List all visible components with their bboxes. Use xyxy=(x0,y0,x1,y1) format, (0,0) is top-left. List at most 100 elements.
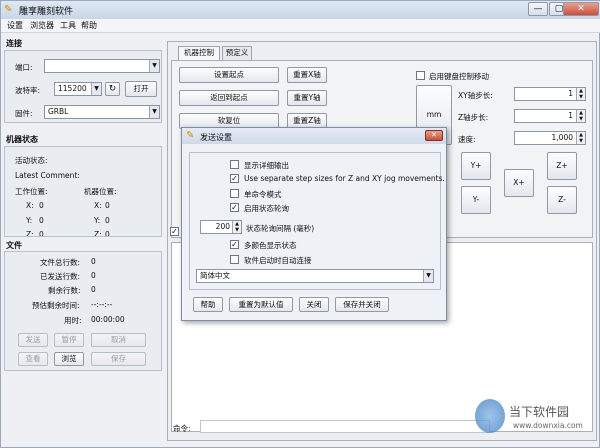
save-button[interactable]: 保存 xyxy=(91,352,146,366)
verbose-label: 显示详细输出 xyxy=(244,161,289,170)
elapsed-value: 00:00:00 xyxy=(91,315,125,324)
tab-machine-control[interactable]: 机器控制 xyxy=(178,46,220,60)
menu-settings[interactable]: 设置 xyxy=(7,20,23,31)
total-rows-value: 0 xyxy=(91,257,96,266)
menu-browser[interactable]: 浏览器 xyxy=(30,20,54,31)
browse-button[interactable]: 浏览 xyxy=(54,352,84,366)
app-logo-icon: ✎ xyxy=(186,130,195,141)
separate-steps-checkbox[interactable]: ✓ xyxy=(230,174,239,183)
z-label: Z: xyxy=(94,230,102,236)
save-close-button[interactable]: 保存并关闭 xyxy=(335,297,389,312)
elapsed-label: 用时: xyxy=(64,316,82,325)
single-step-label: 单命令模式 xyxy=(244,190,282,199)
x-label: X: xyxy=(26,201,34,210)
chevron-down-icon: ▼ xyxy=(149,60,159,72)
port-label: 端口: xyxy=(15,63,33,72)
file-heading: 文件 xyxy=(6,241,22,250)
cancel-button[interactable]: 取消 xyxy=(91,333,146,347)
tab-presets[interactable]: 预定义 xyxy=(222,46,252,60)
xy-step-input[interactable]: 1 ▲ ▼ xyxy=(514,87,586,101)
separate-steps-label: Use separate step sizes for Z and XY jog… xyxy=(244,174,445,183)
language-select[interactable]: 简体中文 ▼ xyxy=(196,269,434,283)
firmware-label: 固件: xyxy=(15,109,33,118)
dialog-title-bar: ✎ 发送设置 ✕ xyxy=(182,128,446,144)
spinner-arrows-icon: ▲ ▼ xyxy=(576,132,585,144)
jog-y-minus-button[interactable]: Y- xyxy=(461,186,491,214)
dialog-close-button[interactable]: ✕ xyxy=(425,130,443,141)
help-button[interactable]: 帮助 xyxy=(193,297,223,312)
y-label: Y: xyxy=(94,216,101,225)
machine-status-heading: 机器状态 xyxy=(6,135,38,144)
minimize-button[interactable]: — xyxy=(528,2,548,16)
jog-z-minus-button[interactable]: Z- xyxy=(547,186,577,214)
reset-x-button[interactable]: 重置X轴 xyxy=(287,67,327,83)
spinner-arrows-icon: ▲ ▼ xyxy=(232,221,241,233)
x-work-value: 0 xyxy=(39,201,44,210)
return-origin-button[interactable]: 返回到起点 xyxy=(179,90,279,106)
menu-tools[interactable]: 工具 xyxy=(60,20,76,31)
connection-heading: 连接 xyxy=(6,39,22,48)
spinner-arrows-icon: ▲ ▼ xyxy=(576,110,585,122)
poll-rate-label: 状态轮询间隔 (毫秒) xyxy=(246,224,315,233)
app-logo-icon: ✎ xyxy=(4,4,13,15)
keyboard-control-label: 启用键盘控制移动 xyxy=(429,72,489,81)
total-rows-label: 文件总行数: xyxy=(40,258,81,267)
z-label: Z: xyxy=(26,230,34,236)
verbose-checkbox[interactable] xyxy=(230,160,239,169)
send-button[interactable]: 发送 xyxy=(18,333,48,347)
watermark-logo-icon xyxy=(475,399,505,433)
menu-help[interactable]: 帮助 xyxy=(81,20,97,31)
remaining-rows-value: 0 xyxy=(91,285,96,294)
baud-select[interactable]: 115200 ▼ xyxy=(54,82,102,96)
open-button[interactable]: 打开 xyxy=(125,81,157,97)
close-button[interactable]: ✕ xyxy=(563,2,599,16)
auto-connect-checkbox[interactable] xyxy=(230,255,239,264)
baud-label: 波特率: xyxy=(15,86,41,95)
close-dialog-button[interactable]: 关闭 xyxy=(299,297,329,312)
console-checkbox[interactable]: ✓ xyxy=(170,227,179,236)
sent-rows-value: 0 xyxy=(91,271,96,280)
status-poll-checkbox[interactable]: ✓ xyxy=(230,203,239,212)
reset-y-button[interactable]: 重置Y轴 xyxy=(287,90,327,106)
multicolor-checkbox[interactable]: ✓ xyxy=(230,240,239,249)
port-select[interactable]: ▼ xyxy=(44,59,160,73)
x-machine-value: 0 xyxy=(105,201,110,210)
close-icon: ✕ xyxy=(431,131,437,139)
z-step-input[interactable]: 1 ▲ ▼ xyxy=(514,109,586,123)
refresh-button[interactable]: ↻ xyxy=(105,82,120,96)
speed-input[interactable]: 1,000 ▲ ▼ xyxy=(514,131,586,145)
machine-position-label: 机器位置: xyxy=(84,187,117,196)
reset-defaults-button[interactable]: 重置为默认值 xyxy=(229,297,293,312)
latest-comment-label: Latest Comment: xyxy=(15,171,80,180)
chevron-down-icon: ▼ xyxy=(149,106,159,118)
title-bar: ✎ 雕享雕刻软件 — ▢ ✕ xyxy=(1,1,600,19)
jog-z-plus-button[interactable]: Z+ xyxy=(547,152,577,180)
menu-bar: 设置 浏览器 工具 帮助 xyxy=(1,19,600,33)
firmware-select[interactable]: GRBL ▼ xyxy=(44,105,160,119)
active-state-label: 活动状态: xyxy=(15,156,48,165)
work-position-label: 工作位置: xyxy=(15,187,48,196)
watermark-url: www.downxia.com xyxy=(513,421,583,430)
jog-y-plus-button[interactable]: Y+ xyxy=(461,152,491,180)
dialog-title: 发送设置 xyxy=(200,133,232,142)
command-input[interactable] xyxy=(200,420,490,433)
command-label: 命令: xyxy=(173,424,191,433)
xy-step-label: XY轴步长: xyxy=(458,91,493,100)
jog-x-plus-button[interactable]: X+ xyxy=(504,169,534,197)
keyboard-control-checkbox[interactable] xyxy=(416,71,425,80)
pause-button[interactable]: 暂停 xyxy=(54,333,84,347)
set-origin-button[interactable]: 设置起点 xyxy=(179,67,279,83)
window-title: 雕享雕刻软件 xyxy=(19,7,74,17)
spinner-arrows-icon: ▲ ▼ xyxy=(576,88,585,100)
auto-connect-label: 软件启动时自动连接 xyxy=(244,256,312,265)
chevron-down-icon: ▼ xyxy=(423,270,433,282)
view-button[interactable]: 查看 xyxy=(18,352,48,366)
z-step-label: Z轴步长: xyxy=(458,113,489,122)
speed-label: 速度: xyxy=(458,135,476,144)
estimated-time-value: --:--:-- xyxy=(91,300,113,309)
y-label: Y: xyxy=(26,216,33,225)
single-step-checkbox[interactable] xyxy=(230,189,239,198)
poll-rate-input[interactable]: 200 ▲ ▼ xyxy=(200,220,242,234)
status-poll-label: 启用状态轮询 xyxy=(244,204,289,213)
chevron-down-icon: ▼ xyxy=(91,83,101,95)
